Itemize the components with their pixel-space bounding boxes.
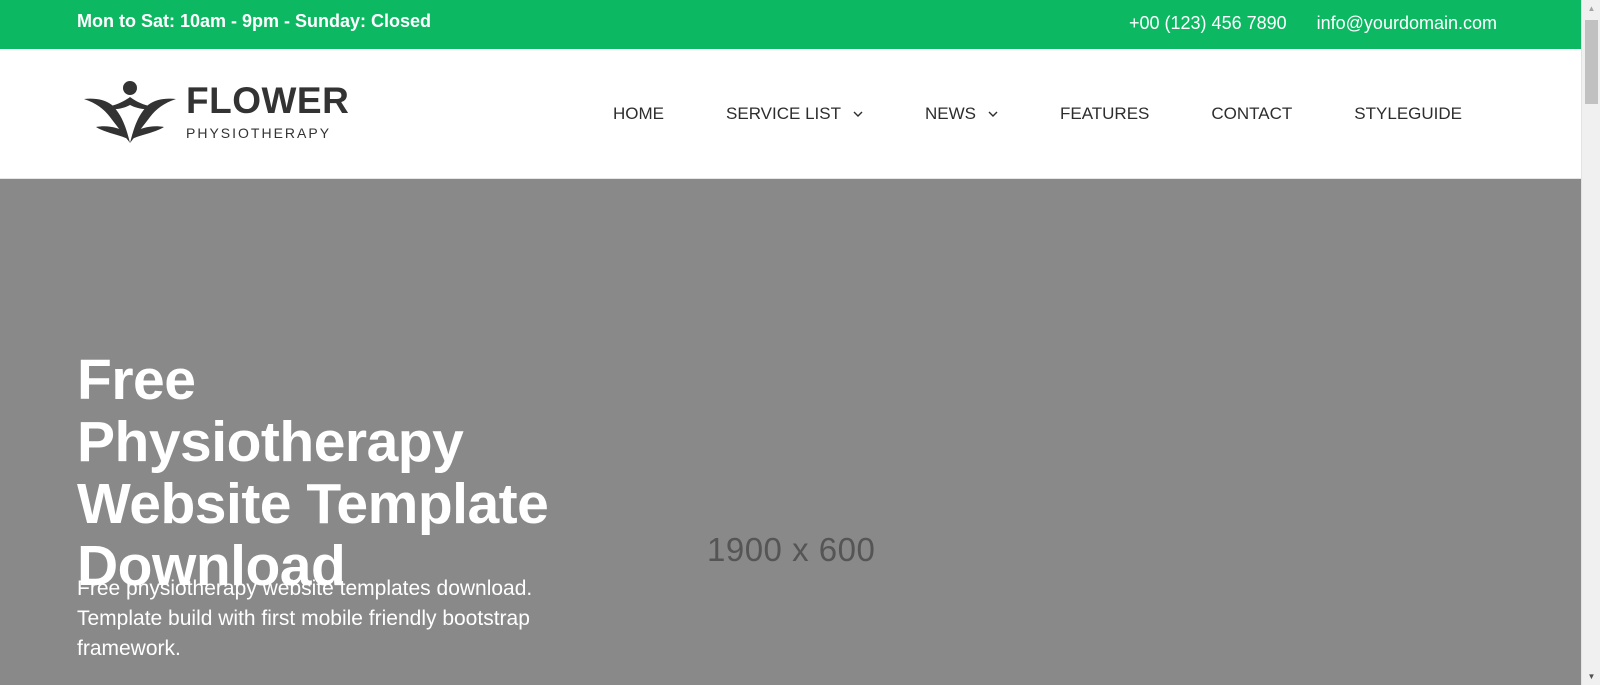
main-nav: HOME SERVICE LIST NEWS FEATURES CONTACT … <box>613 49 1462 179</box>
nav-news[interactable]: NEWS <box>925 104 998 124</box>
phone-link[interactable]: +00 (123) 456 7890 <box>1129 13 1287 34</box>
nav-home[interactable]: HOME <box>613 104 664 124</box>
chevron-down-icon <box>988 111 998 117</box>
logo-title: FLOWER <box>186 80 350 121</box>
scroll-up-arrow-icon[interactable]: ▲ <box>1582 0 1600 17</box>
vertical-scrollbar[interactable]: ▲ ▼ <box>1581 0 1600 685</box>
nav-styleguide[interactable]: STYLEGUIDE <box>1354 104 1462 124</box>
opening-hours: Mon to Sat: 10am - 9pm - Sunday: Closed <box>77 11 432 31</box>
nav-contact[interactable]: CONTACT <box>1211 104 1292 124</box>
logo-subtitle: PHYSIOTHERAPY <box>186 125 332 141</box>
nav-news-label: NEWS <box>924 104 976 123</box>
nav-features[interactable]: FEATURES <box>1060 104 1149 124</box>
hero-banner: 1900 x 600 Free Physiotherapy Website Te… <box>0 179 1581 685</box>
scrollbar-thumb[interactable] <box>1585 20 1598 104</box>
site-logo[interactable]: FLOWER PHYSIOTHERAPY <box>82 79 349 145</box>
top-contact: +00 (123) 456 7890 info@yourdomain.com <box>1129 13 1497 34</box>
nav-service-list[interactable]: SERVICE LIST <box>726 104 863 124</box>
nav-styleguide-label: STYLEGUIDE <box>1354 104 1462 123</box>
nav-contact-label: CONTACT <box>1211 104 1293 123</box>
site-header: FLOWER PHYSIOTHERAPY HOME SERVICE LIST N… <box>0 49 1581 179</box>
nav-service-list-label: SERVICE LIST <box>726 104 841 123</box>
chevron-down-icon <box>853 111 863 117</box>
flower-person-icon <box>84 81 176 143</box>
email-link[interactable]: info@yourdomain.com <box>1317 13 1497 34</box>
hero-description: Free physiotherapy website templates dow… <box>77 577 533 660</box>
hero-title: Free Physiotherapy Website Template Down… <box>77 348 549 598</box>
page: Mon to Sat: 10am - 9pm - Sunday: Closed … <box>0 0 1581 685</box>
nav-features-label: FEATURES <box>1059 104 1150 123</box>
hero-image-placeholder: 1900 x 600 <box>707 531 876 568</box>
scroll-down-arrow-icon[interactable]: ▼ <box>1582 668 1600 685</box>
nav-home-label: HOME <box>613 104 665 123</box>
top-info-bar: Mon to Sat: 10am - 9pm - Sunday: Closed … <box>0 0 1581 49</box>
